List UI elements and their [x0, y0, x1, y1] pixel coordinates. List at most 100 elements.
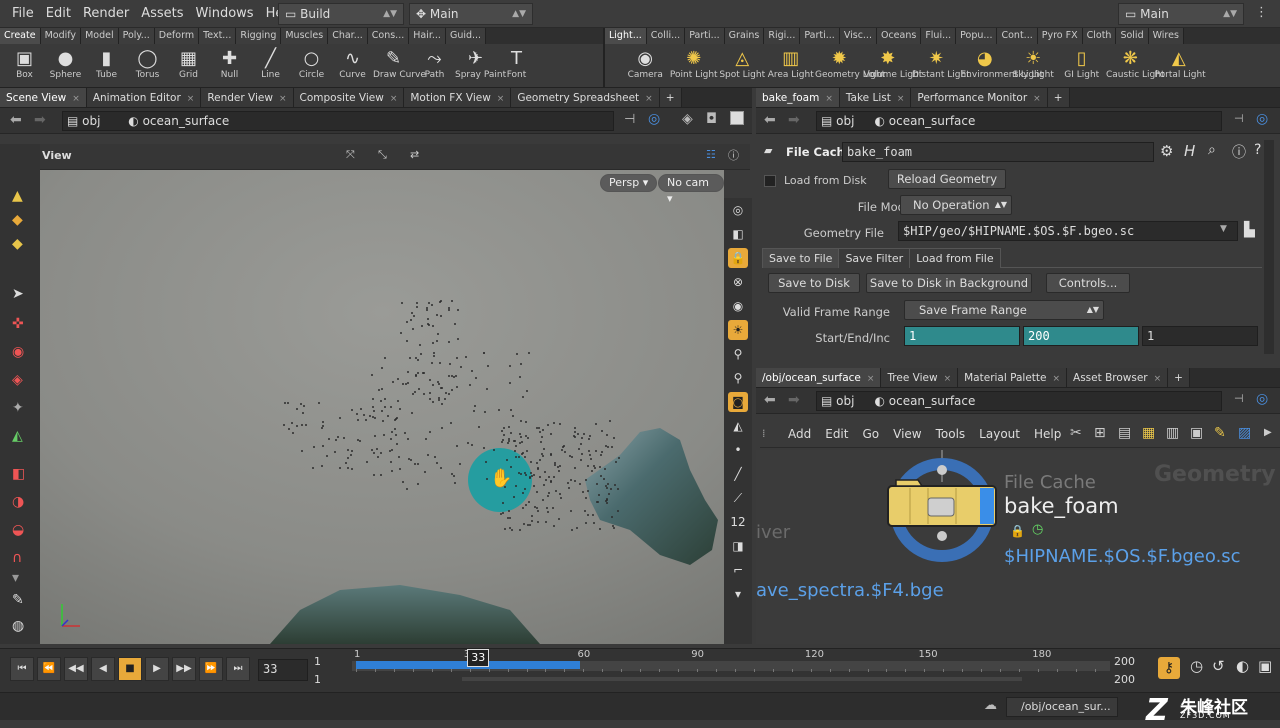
save-to-disk-button[interactable]: Save to Disk: [768, 273, 860, 293]
play-icon[interactable]: ▶: [145, 657, 169, 681]
lock-icon[interactable]: 🔒: [728, 248, 748, 268]
tab-geometry-spreadsheet[interactable]: Geometry Spreadsheet ×: [511, 88, 660, 107]
shelf-tool-draw-curve[interactable]: ✎ Draw Curve: [373, 44, 426, 80]
shelf-tab[interactable]: Create: [0, 28, 41, 44]
shelf-tool-torus[interactable]: ◯ Torus: [127, 44, 168, 80]
shelf-tab[interactable]: Colli...: [646, 28, 686, 44]
pose-icon[interactable]: ◭: [12, 428, 23, 444]
notes-icon[interactable]: ✎: [1214, 425, 1226, 441]
tab-take-list[interactable]: Take List ×: [839, 88, 912, 107]
select-icon[interactable]: ➤: [12, 286, 24, 302]
shelf-tab[interactable]: Parti...: [800, 28, 840, 44]
shelf-tab[interactable]: Cloth: [1082, 28, 1117, 44]
image-icon[interactable]: ▨: [1238, 425, 1251, 441]
menu-file[interactable]: File: [6, 0, 40, 28]
tab-asset-browser[interactable]: Asset Browser ×: [1067, 368, 1169, 387]
shelf-tab[interactable]: Wires: [1148, 28, 1184, 44]
current-frame-field[interactable]: 33: [258, 659, 308, 681]
shelf-tab[interactable]: Cont...: [997, 28, 1038, 44]
select-points-icon[interactable]: ⤡: [378, 148, 387, 162]
shelf-tab[interactable]: Guid...: [445, 28, 487, 44]
shelf-tool-volume-light[interactable]: ✸ Volume Light: [864, 44, 923, 80]
right-desktop-select[interactable]: ▭ Main ▲▼: [1118, 3, 1244, 25]
network-menu-view[interactable]: View: [893, 427, 921, 441]
play-back-icon[interactable]: ◀: [91, 657, 115, 681]
shelf-tool-sky-light[interactable]: ☀ Sky Light: [1009, 44, 1058, 80]
wrench-icon[interactable]: ✂: [1070, 425, 1082, 441]
shelf-tab[interactable]: Pyro FX: [1037, 28, 1083, 44]
shelf-tab[interactable]: Muscles: [281, 28, 329, 44]
close-icon[interactable]: ×: [279, 94, 287, 104]
tab-scene-view[interactable]: Scene View ×: [0, 88, 87, 107]
chevron-down-icon[interactable]: ▼: [1220, 224, 1227, 234]
file-cache-node[interactable]: [882, 450, 1002, 562]
network-menu-edit[interactable]: Edit: [825, 427, 848, 441]
handle-icon[interactable]: ✦: [12, 400, 24, 416]
close-icon[interactable]: ×: [1052, 374, 1060, 384]
menu-windows[interactable]: Windows: [190, 0, 260, 28]
rotate-icon[interactable]: ◉: [12, 344, 24, 360]
shelf-tool-grid[interactable]: ▦ Grid: [168, 44, 209, 80]
range-scrollbar[interactable]: [462, 677, 1022, 681]
snap-prim-icon[interactable]: ◑: [12, 494, 24, 510]
network-canvas[interactable]: Geometry iver ave_spectra.$F4.bge File C…: [756, 450, 1280, 644]
network-menu-go[interactable]: Go: [862, 427, 879, 441]
next-frame-icon[interactable]: ▶▶: [172, 657, 196, 681]
persp-menu[interactable]: Persp ▾: [600, 174, 658, 192]
shelf-tab[interactable]: Text...: [199, 28, 237, 44]
magnet-icon[interactable]: ∩: [12, 550, 22, 566]
file-mode-select[interactable]: No Operation ▲▼: [900, 195, 1012, 215]
shelf-tool-portal-light[interactable]: ◭ Portal Light: [1155, 44, 1206, 80]
brush-icon[interactable]: ✎: [12, 592, 24, 608]
tumble-icon[interactable]: ▲: [12, 188, 23, 204]
shelf-tool-point-light[interactable]: ✺ Point Light: [670, 44, 719, 80]
desktop-select[interactable]: ▭ Build ▲▼: [278, 3, 404, 25]
light-icon[interactable]: ☀: [728, 320, 748, 340]
flag-icon[interactable]: ⌐: [728, 560, 748, 580]
shelf-tool-box[interactable]: ▣ Box: [4, 44, 45, 80]
forward-arrow-icon[interactable]: ➡: [788, 392, 800, 408]
info-icon[interactable]: ⓘ: [1232, 142, 1246, 162]
shelf-tool-spot-light[interactable]: ◬ Spot Light: [718, 44, 767, 80]
network-path[interactable]: ▤ obj ◐ ocean_surface: [816, 391, 1222, 411]
viewport[interactable]: ✋ Persp ▾ No cam ▾: [40, 170, 724, 644]
shelf-tab[interactable]: Parti...: [685, 28, 725, 44]
menu-overflow-icon[interactable]: ⋮: [1255, 5, 1268, 20]
network-menu-add[interactable]: Add: [788, 427, 811, 441]
link-icon[interactable]: ◎: [648, 111, 660, 127]
back-arrow-icon[interactable]: ⬅: [764, 392, 776, 408]
shelf-tab[interactable]: Flui...: [921, 28, 957, 44]
back-arrow-icon[interactable]: ⬅: [764, 112, 776, 128]
eye-icon[interactable]: ◎: [728, 200, 748, 220]
shelf-tab[interactable]: Light...: [605, 28, 647, 44]
audio-icon[interactable]: ◐: [1236, 657, 1249, 675]
increment-field[interactable]: 1: [1142, 326, 1258, 346]
node-name-field[interactable]: bake_foam: [842, 142, 1154, 162]
uv-icon[interactable]: ◨: [728, 536, 748, 556]
help-icon[interactable]: ⓘ: [728, 147, 739, 163]
shelf-tool-spray-paint[interactable]: ✈ Spray Paint: [455, 44, 506, 80]
close-icon[interactable]: ×: [645, 94, 653, 104]
tab-material-palette[interactable]: Material Palette ×: [958, 368, 1068, 387]
normal-icon[interactable]: ╱: [728, 464, 748, 484]
close-icon[interactable]: ×: [1033, 94, 1041, 104]
tab--obj-ocean-surface[interactable]: /obj/ocean_surface ×: [756, 368, 882, 387]
select-edges-icon[interactable]: ⇄: [410, 148, 419, 161]
range-end-label[interactable]: 200: [1114, 655, 1135, 668]
shelf-tool-area-light[interactable]: ▥ Area Light: [767, 44, 816, 80]
next-key-icon[interactable]: ⏩: [199, 657, 223, 681]
key-icon[interactable]: ⚷: [1158, 657, 1180, 679]
timeline-ruler[interactable]: 130609012015018033: [352, 649, 1110, 683]
close-icon[interactable]: ×: [944, 374, 952, 384]
help-icon[interactable]: ?: [1254, 142, 1261, 158]
forward-arrow-icon[interactable]: ➡: [34, 112, 46, 128]
start-frame-field[interactable]: 1: [904, 326, 1020, 346]
tab-tree-view[interactable]: Tree View ×: [881, 368, 959, 387]
light-probe-icon[interactable]: ⚲: [728, 344, 748, 364]
close-icon[interactable]: ×: [390, 94, 398, 104]
subtab-load-from-file[interactable]: Load from File: [909, 248, 1001, 268]
shader-icon[interactable]: ◙: [728, 392, 748, 412]
subtab-save-filter[interactable]: Save Filter: [838, 248, 911, 268]
shelf-tab[interactable]: Solid: [1116, 28, 1149, 44]
pin-icon[interactable]: ⊣: [1234, 392, 1244, 405]
